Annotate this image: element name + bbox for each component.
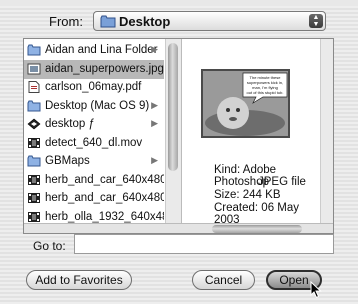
folder-icon (27, 100, 41, 112)
file-list-item[interactable]: carlson_06may.pdf (24, 78, 164, 97)
chevron-right-icon: ▶ (151, 44, 158, 54)
chevron-right-icon: ▶ (151, 155, 158, 165)
movie-file-icon (27, 137, 41, 149)
file-list-item[interactable]: detect_640_dl.mov (24, 134, 164, 153)
horizontal-scroll-thumb[interactable] (212, 225, 302, 233)
svg-text:out of this stupid tub.: out of this stupid tub. (247, 90, 284, 95)
file-browser: Aidan and Lina Folder ▶ aidan_superpowers.… (23, 38, 334, 234)
preview-size: Size: 244 KB (214, 189, 281, 201)
chevron-right-icon: ▶ (151, 118, 158, 128)
movie-file-icon (27, 174, 41, 186)
file-list-item-label: herb_olla_1932_640x480 (45, 210, 164, 223)
file-list-item[interactable]: Desktop (Mac OS 9) ▶ (24, 97, 164, 116)
file-list-item[interactable]: aidan_superpowers.jpg (24, 59, 164, 79)
image-file-icon (27, 63, 41, 75)
popup-arrows-icon: ▲ ▼ (309, 14, 323, 28)
preview-kind-sub: JPEG file (258, 176, 306, 188)
folder-icon (27, 155, 41, 167)
file-list-scrollbar[interactable] (165, 39, 181, 223)
from-label: From: (49, 14, 83, 29)
file-list-item-label: desktop ƒ (45, 118, 95, 130)
file-list-item-label: herb_and_car_640x480.j (45, 173, 164, 186)
file-list-item-label: aidan_superpowers.jpg (45, 62, 164, 75)
from-location-value: Desktop (119, 14, 171, 29)
alias-folder-icon (27, 118, 41, 130)
goto-label: Go to: (33, 239, 66, 253)
movie-file-icon (27, 211, 41, 223)
goto-input[interactable] (74, 234, 334, 254)
file-list-item-label: carlson_06may.pdf (45, 81, 142, 93)
file-list-item-label: Aidan and Lina Folder (45, 44, 158, 56)
file-list-item[interactable]: Aidan and Lina Folder ▶ (24, 41, 164, 60)
file-list-item-label: GBMaps (45, 155, 90, 167)
folder-icon (27, 44, 41, 56)
folder-icon (100, 15, 116, 28)
from-location-popup[interactable]: Desktop ▲ ▼ (93, 11, 326, 31)
file-list-item[interactable]: GBMaps ▶ (24, 152, 164, 171)
file-list-item-label: detect_640_dl.mov (45, 136, 143, 149)
file-list-item[interactable]: desktop ƒ ▶ (24, 115, 164, 134)
title-bar (0, 0, 358, 6)
file-list-item[interactable]: herb_and_car_640x480.j (24, 171, 164, 190)
mouse-pointer-icon (310, 281, 322, 299)
chevron-right-icon: ▶ (151, 99, 158, 110)
cancel-button[interactable]: Cancel (192, 270, 255, 290)
pdf-file-icon (27, 81, 41, 93)
file-list-scroll-thumb[interactable] (168, 43, 178, 171)
file-list-item-label: Desktop (Mac OS 9) (45, 99, 150, 112)
preview-thumbnail: The minute these superpowers kick in, ma… (201, 69, 290, 138)
browser-horizontal-scrollbar[interactable] (24, 223, 333, 233)
file-list-column: Aidan and Lina Folder ▶ aidan_superpowers.… (24, 39, 164, 233)
movie-file-icon (27, 192, 41, 204)
add-to-favorites-button[interactable]: Add to Favorites (26, 270, 132, 290)
file-list-item-label: herb_and_car_640x480.p (45, 192, 164, 204)
preview-column: The minute these superpowers kick in, ma… (181, 39, 322, 226)
preview-scrollbar[interactable] (320, 39, 333, 223)
file-list-item[interactable]: herb_and_car_640x480.p (24, 189, 164, 208)
